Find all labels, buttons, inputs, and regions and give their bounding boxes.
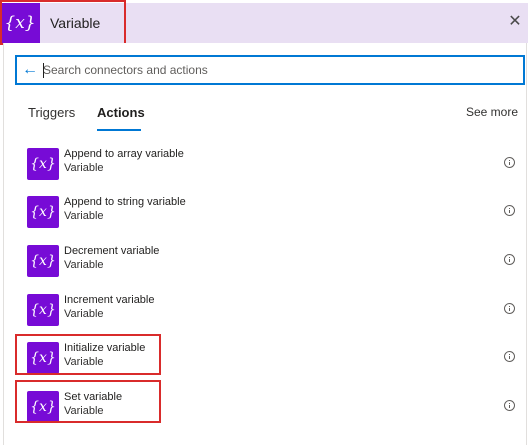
info-icon[interactable]	[504, 254, 515, 265]
list-item[interactable]: {x} Append to string variable Variable	[4, 188, 526, 237]
info-icon[interactable]	[504, 400, 515, 411]
variable-icon: {x}	[27, 391, 59, 423]
list-item[interactable]: {x} Decrement variable Variable	[4, 237, 526, 286]
action-subtitle: Variable	[64, 308, 104, 320]
list-item[interactable]: {x} Append to array variable Variable	[4, 140, 526, 189]
action-title: Increment variable	[64, 294, 155, 306]
text-caret	[43, 63, 44, 78]
variable-icon: {x}	[0, 3, 40, 43]
variable-icon: {x}	[27, 294, 59, 326]
info-icon[interactable]	[504, 351, 515, 362]
search-box[interactable]: ←	[15, 55, 525, 85]
tab-triggers[interactable]: Triggers	[28, 105, 75, 120]
search-input[interactable]	[43, 60, 513, 80]
action-title: Append to string variable	[64, 196, 186, 208]
list-item[interactable]: {x} Initialize variable Variable	[4, 334, 526, 383]
list-item[interactable]: {x} Set variable Variable	[4, 383, 526, 432]
action-subtitle: Variable	[64, 356, 104, 368]
info-icon[interactable]	[504, 205, 515, 216]
connector-title: Variable	[50, 15, 101, 31]
back-arrow-icon[interactable]: ←	[22, 61, 40, 79]
action-title: Set variable	[64, 391, 123, 403]
info-icon[interactable]	[504, 303, 515, 314]
action-subtitle: Variable	[64, 210, 104, 222]
tab-bar: Triggers Actions See more	[28, 101, 518, 133]
variable-icon: {x}	[27, 245, 59, 277]
info-icon[interactable]	[504, 157, 515, 168]
variable-icon: {x}	[27, 148, 59, 180]
action-title: Initialize variable	[64, 342, 146, 354]
action-subtitle: Variable	[64, 259, 104, 271]
close-icon[interactable]: ✕	[506, 13, 524, 31]
action-title: Decrement variable	[64, 245, 160, 257]
tab-actions[interactable]: Actions	[97, 105, 145, 120]
action-title: Append to array variable	[64, 148, 184, 160]
list-item[interactable]: {x} Increment variable Variable	[4, 286, 526, 335]
see-more-link[interactable]: See more	[466, 105, 518, 119]
action-subtitle: Variable	[64, 405, 104, 417]
action-picker-panel: ← Triggers Actions See more {x} Append t…	[3, 43, 527, 445]
variable-icon: {x}	[27, 342, 59, 374]
action-subtitle: Variable	[64, 162, 104, 174]
connector-header[interactable]: {x} Variable ✕	[0, 3, 528, 43]
variable-icon: {x}	[27, 196, 59, 228]
active-tab-underline	[97, 129, 141, 131]
